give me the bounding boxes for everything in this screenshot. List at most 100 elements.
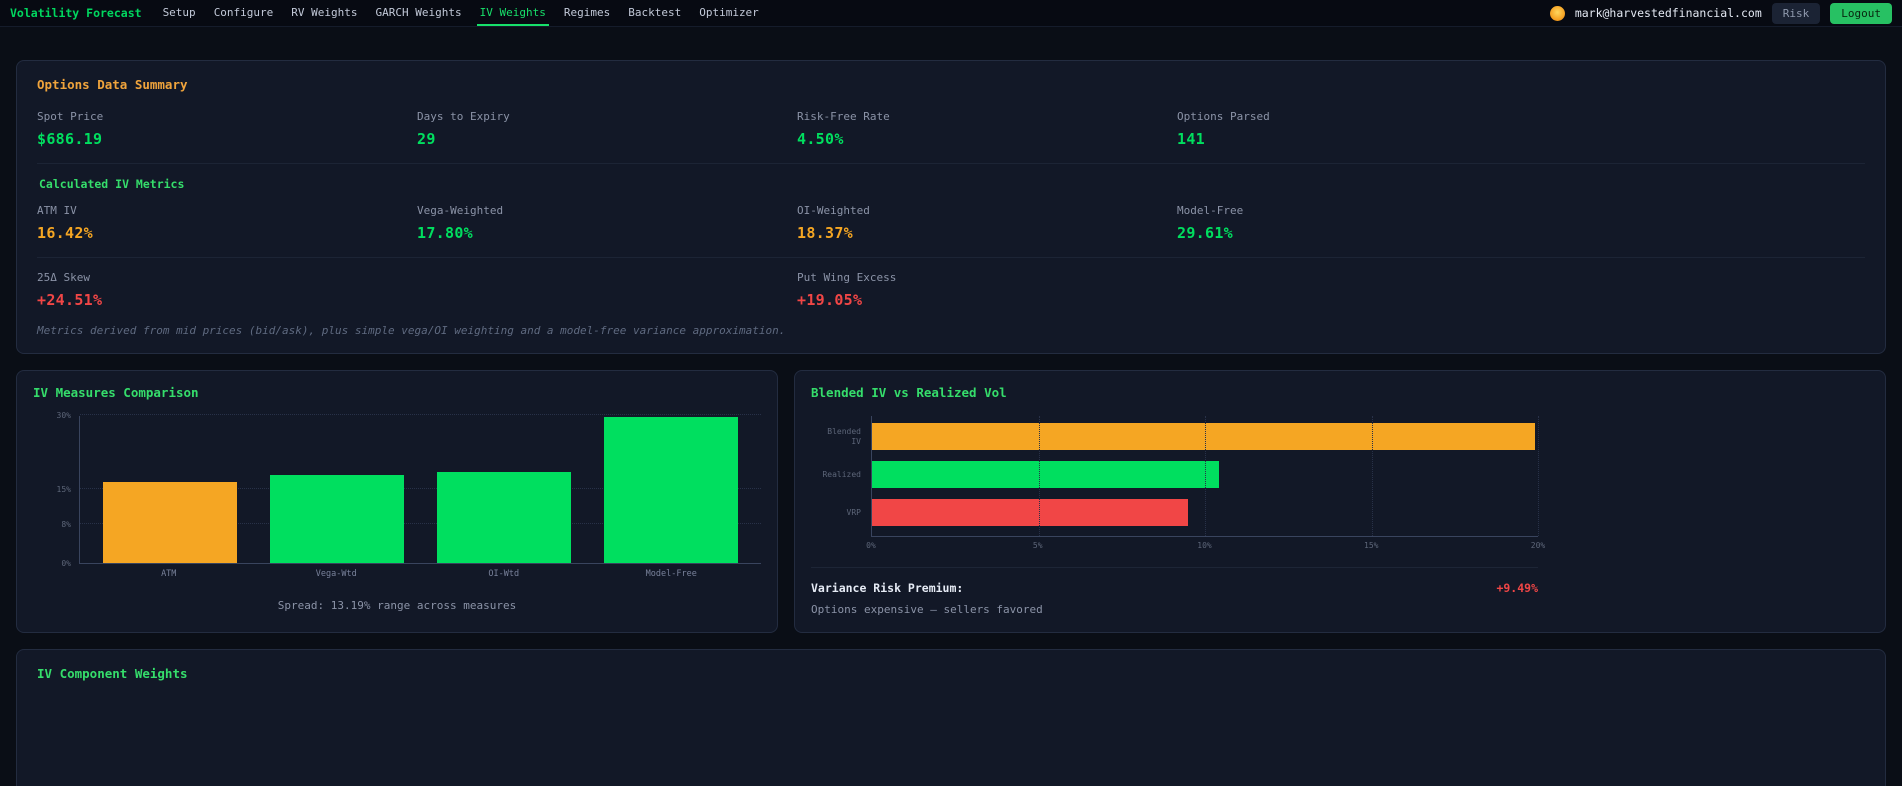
nav-item-backtest[interactable]: Backtest [625,0,684,26]
top-nav: Volatility Forecast Setup Configure RV Wei… [0,0,1902,27]
label-realized: Realized [822,469,861,479]
bar-oi-wtd [437,472,572,563]
metric-atm-iv: ATM IV 16.42% [37,204,417,242]
nav-item-rv-weights[interactable]: RV Weights [288,0,360,26]
metric-label: Days to Expiry [417,110,510,123]
calculated-iv-title: Calculated IV Metrics [39,177,185,191]
metric-options-parsed: Options Parsed 141 [1177,110,1557,148]
sun-icon [1549,5,1565,21]
metric-25-skew: 25Δ Skew +24.51% [37,271,417,309]
x-label-atm: ATM [161,569,177,579]
x-label-model-free: Model-Free [645,569,697,579]
blended-chart-wrap: Blended IV Realized VRP 0% 5% 10% 15% 20% Varia… [811,416,1545,616]
metric-label: Model-Free [1177,204,1244,217]
x-ticks: 0% 5% 10% 15% 20% [866,541,1545,554]
spread-caption: Spread: 13.19% range across measures [277,599,517,612]
gridline [1205,416,1206,536]
x-tick-label: 20% [1530,541,1546,550]
gridline [1538,416,1539,536]
nav-item-setup[interactable]: Setup [160,0,199,26]
metric-value: +24.51% [37,291,103,309]
gridline [80,414,761,415]
metrics-row-3: 25Δ Skew +24.51% Put Wing Excess +19.05% [37,257,1865,309]
main-content: Options Data Summary Spot Price $686.19 Da… [0,27,1902,786]
bar-vega-wtd [269,475,404,563]
metric-label: Risk-Free Rate [797,110,890,123]
metrics-row-2: ATM IV 16.42% Vega-Weighted 17.80% OI-Weight… [37,204,1865,242]
metric-days-to-expiry: Days to Expiry 29 [417,110,797,148]
bar-slot [588,416,755,563]
logout-button[interactable]: Logout [1830,2,1892,24]
vrp-label: Variance Risk Premium: [811,581,964,595]
nav-item-iv-weights[interactable]: IV Weights [476,0,549,26]
user-email: mark@harvestedfinancial.com [1574,6,1762,20]
y-axis: 0% 8% 15% 30% [33,411,79,568]
x-label-vega-wtd: Vega-Wtd [315,569,357,579]
metric-value: +19.05% [797,291,863,309]
x-tick-label: 0% [866,541,876,550]
summary-footnote: Metrics derived from mid prices (bid/ask… [37,324,786,337]
metric-model-free: Model-Free 29.61% [1177,204,1557,242]
iv-measures-chart: 0% 8% 15% 30% ATM Vega-Wtd OI-Wtd Model-Free [33,411,761,579]
nav-item-configure[interactable]: Configure [211,0,277,26]
charts-row: IV Measures Comparison 0% 8% 15% 30% ATM Vega… [16,370,1886,633]
bar-atm [102,482,237,563]
vrp-value: +9.49% [1496,581,1538,595]
x-label-oi-wtd: OI-Wtd [488,569,520,579]
blended-iv-card: Blended IV vs Realized Vol Blended IV Rea… [794,370,1886,633]
metrics-row-1: Spot Price $686.19 Days to Expiry 29 Risk-Fr… [37,110,1865,148]
x-tick-label: 5% [1032,541,1043,550]
metric-label: Vega-Weighted [417,204,504,217]
metric-risk-free-rate: Risk-Free Rate 4.50% [797,110,1177,148]
risk-button[interactable]: Risk [1771,2,1821,24]
gridline [1371,416,1373,536]
x-tick-label: 15% [1364,541,1379,550]
metric-label: ATM IV [37,204,77,217]
plot-area [871,416,1539,537]
nav-item-optimizer[interactable]: Optimizer [696,0,762,26]
calculated-iv-section: Calculated IV Metrics ATM IV 16.42% Vega-W… [37,163,1865,242]
x-labels: ATM Vega-Wtd OI-Wtd Model-Free [79,569,761,579]
blended-iv-title: Blended IV vs Realized Vol [811,385,1007,400]
options-data-summary-card: Options Data Summary Spot Price $686.19 Da… [16,60,1886,354]
plot-area [79,414,761,564]
metric-oi-weighted: OI-Weighted 18.37% [797,204,1177,242]
metric-vega-weighted: Vega-Weighted 17.80% [417,204,797,242]
nav-item-garch-weights[interactable]: GARCH Weights [373,0,465,26]
metric-label: Put Wing Excess [797,271,897,284]
bar-slot [253,475,420,563]
metric-value: 18.37% [797,224,853,242]
x-tick-label: 10% [1197,541,1212,550]
y-tick-label: 15% [56,485,71,494]
metric-label: 25Δ Skew [37,271,90,284]
nav-right: mark@harvestedfinancial.com Risk Logout [1549,2,1892,24]
metric-spot-price: Spot Price $686.19 [37,110,417,148]
blended-iv-chart: Blended IV Realized VRP 0% 5% 10% 15% 20% [811,416,1545,554]
iv-measures-title: IV Measures Comparison [33,385,199,400]
bar-blended-iv [872,423,1535,450]
bars [80,416,761,563]
bar-slot [421,472,588,563]
gridline [1038,416,1040,536]
app-brand: Volatility Forecast [10,6,142,20]
metric-value: 29.61% [1177,224,1233,242]
summary-card-title: Options Data Summary [37,77,188,92]
metric-value: 4.50% [797,130,844,148]
bar-slot [86,482,253,563]
bar-realized [872,461,1219,488]
metric-label: Spot Price [37,110,104,123]
y-tick-label: 8% [61,519,71,529]
bar-model-free [604,416,739,563]
metric-label: OI-Weighted [797,204,870,217]
bar-vrp [872,499,1189,526]
metric-label: Options Parsed [1177,110,1270,123]
metric-value: $686.19 [37,130,103,148]
metric-put-wing-excess: Put Wing Excess +19.05% [797,271,1177,309]
y-tick-label: 30% [56,411,71,420]
metric-value: 17.80% [417,224,473,242]
iv-measures-card: IV Measures Comparison 0% 8% 15% 30% ATM Vega… [16,370,778,633]
iv-component-weights-card: IV Component Weights [16,649,1886,786]
nav-item-regimes[interactable]: Regimes [561,0,613,26]
label-blended-iv: Blended IV [827,426,861,446]
y-labels: Blended IV Realized VRP [811,416,861,537]
